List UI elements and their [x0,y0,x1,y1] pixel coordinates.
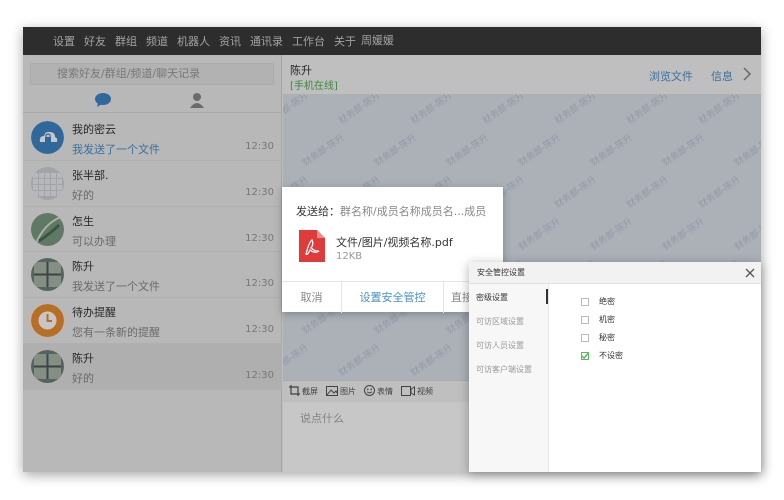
classification-option[interactable]: 不设密 [581,350,623,361]
option-label: 不设密 [599,351,623,360]
security-nav-item[interactable]: 可访人员设置 [476,340,524,351]
option-label: 机密 [599,315,615,324]
cancel-button[interactable]: 取消 [282,282,342,313]
send-to-hint: 群名称/成员名称成员名...成员 [340,205,487,218]
security-nav: 密级设置可访区域设置 可访人员设置 可访客户端设置 [469,284,549,472]
classification-option[interactable]: 绝密 [581,296,615,307]
active-nav-indicator [546,289,548,304]
check-icon [581,352,589,359]
checkbox[interactable] [581,315,589,324]
pdf-file-icon [299,230,325,262]
security-nav-item[interactable]: 可访区域设置 [476,316,524,327]
send-to-row[interactable]: 发送给：群名称/成员名称成员名...成员 [296,203,486,219]
file-size: 12KB [336,251,363,262]
security-dialog-title: 安全管控设置 [477,268,525,277]
option-label: 秘密 [599,333,615,342]
option-label: 绝密 [599,297,615,306]
close-icon[interactable] [745,268,755,278]
checkbox[interactable] [581,333,589,342]
checkbox[interactable] [581,297,589,306]
set-security-button[interactable]: 设置安全管控 [342,282,444,313]
file-name: 文件/图片/视频名称.pdf [336,236,453,249]
security-nav-item[interactable]: 可访客户端设置 [476,364,532,375]
classification-option[interactable]: 秘密 [581,332,615,343]
send-to-label: 发送给： [296,205,340,218]
security-settings-dialog: 安全管控设置 密级设置可访区域设置 可访人员设置 可访客户端设置 绝密机密秘密不设密 [469,262,761,472]
security-nav-item[interactable]: 密级设置 [476,292,508,303]
classification-option[interactable]: 机密 [581,314,615,325]
checkbox[interactable] [581,351,589,360]
security-dialog-titlebar: 安全管控设置 [469,262,761,284]
